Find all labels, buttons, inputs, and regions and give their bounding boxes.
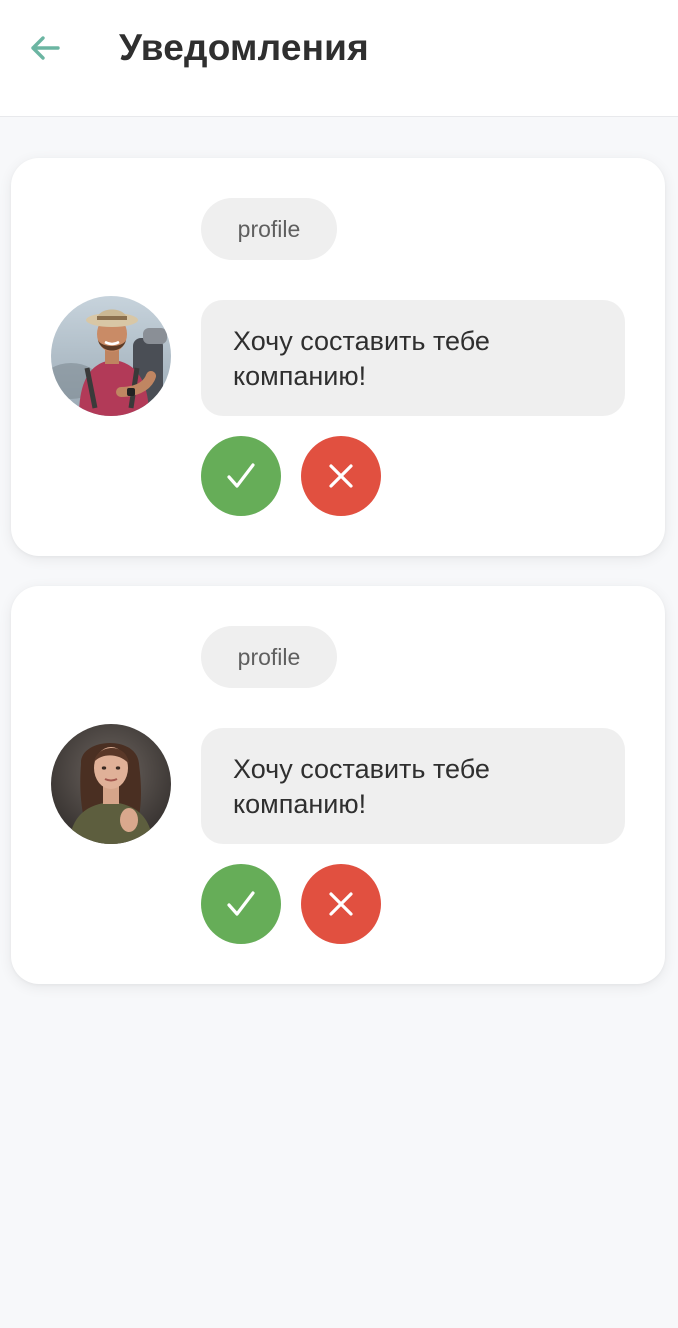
notification-card: profile Хочу составить тебе компанию!	[11, 158, 665, 556]
accept-button[interactable]	[201, 864, 281, 944]
arrow-left-icon	[31, 36, 60, 60]
decline-button[interactable]	[301, 864, 381, 944]
avatar[interactable]	[51, 296, 171, 416]
profile-tag[interactable]: profile	[201, 626, 337, 688]
decline-button[interactable]	[301, 436, 381, 516]
message-bubble: Хочу составить тебе компанию!	[201, 728, 625, 844]
notification-card: profile Хочу составить тебе компанию!	[11, 586, 665, 984]
avatar-woman-image	[51, 724, 171, 844]
check-icon	[227, 891, 255, 916]
back-button[interactable]	[24, 28, 66, 68]
profile-tag[interactable]: profile	[201, 198, 337, 260]
message-bubble: Хочу составить тебе компанию!	[201, 300, 625, 416]
avatar-man-hiker-image	[51, 296, 171, 416]
page-title: Уведомления	[119, 27, 369, 68]
check-icon	[227, 463, 255, 488]
close-icon	[329, 892, 353, 916]
avatar[interactable]	[51, 724, 171, 844]
app-header: Уведомления	[0, 0, 678, 117]
accept-button[interactable]	[201, 436, 281, 516]
close-icon	[329, 464, 353, 488]
